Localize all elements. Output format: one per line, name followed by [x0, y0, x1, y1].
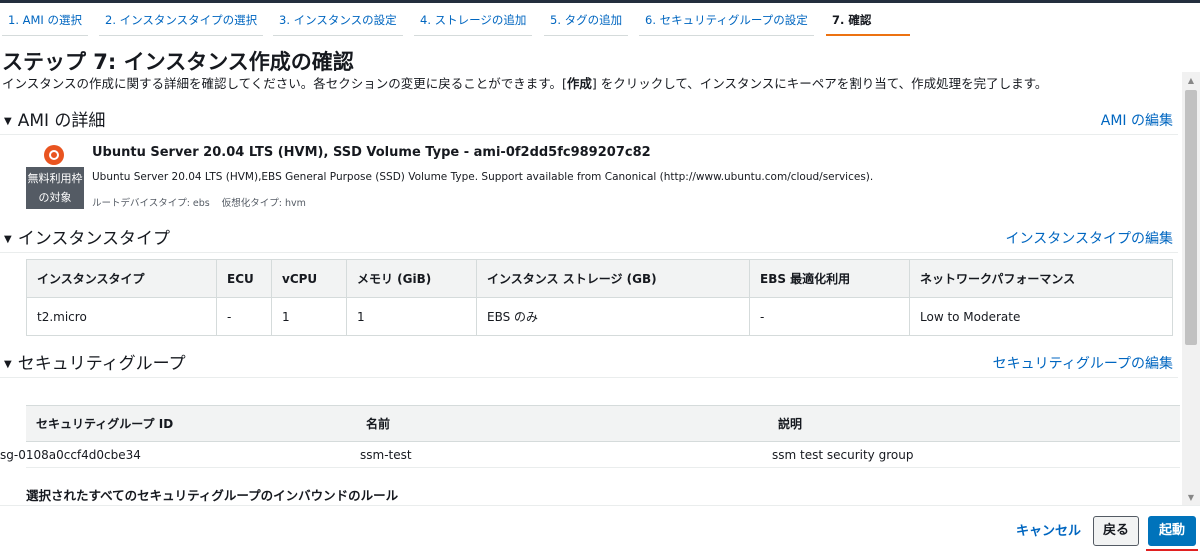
edit-ami-link[interactable]: AMI の編集 — [1101, 107, 1173, 135]
page-description: インスタンスの作成に関する詳細を確認してください。各セクションの変更に戻ることが… — [2, 76, 1048, 91]
security-group-title[interactable]: ▼ セキュリティグループ — [4, 350, 186, 381]
instance-type-header: ▼ インスタンスタイプ インスタンスタイプの編集 — [0, 225, 1178, 253]
inbound-rules-title: 選択されたすべてのセキュリティグループのインバウンドのルール — [26, 488, 399, 503]
col-ebs-optimized[interactable]: EBS 最適化利用 — [749, 259, 910, 298]
cell-security-group-id: sg-0108a0ccf4d0cbe34 — [0, 441, 330, 468]
cell-security-group-description: ssm test security group — [768, 441, 1180, 468]
ami-meta: ルートデバイスタイプ: ebs 仮想化タイプ: hvm — [92, 195, 318, 209]
scroll-down-icon[interactable]: ▼ — [1182, 491, 1200, 505]
wizard-steps: 1. AMI の選択 2. インスタンスタイプの選択 3. インスタンスの設定 … — [0, 6, 1200, 36]
step-choose-instance-type[interactable]: 2. インスタンスタイプの選択 — [98, 6, 264, 36]
cell-instance-type: t2.micro — [26, 297, 217, 336]
col-instance-storage[interactable]: インスタンス ストレージ (GB) — [476, 259, 750, 298]
virtualization-type: 仮想化タイプ: hvm — [221, 198, 306, 209]
ami-description: Ubuntu Server 20.04 LTS (HVM),EBS Genera… — [92, 171, 874, 183]
scrollbar-thumb[interactable] — [1185, 90, 1197, 345]
launch-highlight-underline — [1146, 549, 1198, 551]
col-name[interactable]: 名前 — [356, 405, 768, 442]
root-device-type: ルートデバイスタイプ: ebs — [92, 198, 210, 209]
ami-name: Ubuntu Server 20.04 LTS (HVM), SSD Volum… — [92, 145, 651, 160]
create-keyword: 作成 — [566, 76, 592, 91]
instance-type-title[interactable]: ▼ インスタンスタイプ — [4, 225, 170, 256]
cell-vcpu: 1 — [271, 297, 347, 336]
caret-down-icon[interactable]: ▼ — [4, 116, 12, 127]
ami-details-title[interactable]: ▼ AMI の詳細 — [4, 107, 105, 138]
ami-details-header: ▼ AMI の詳細 AMI の編集 — [0, 107, 1178, 135]
step-add-tags[interactable]: 5. タグの追加 — [543, 6, 629, 36]
review-content: ▼ AMI の詳細 AMI の編集 無料利用枠 の対象 Ubuntu Server … — [0, 95, 1182, 505]
cell-network-performance: Low to Moderate — [909, 297, 1173, 336]
step-choose-ami[interactable]: 1. AMI の選択 — [2, 6, 88, 36]
cell-ebs-optimized: - — [749, 297, 910, 336]
table-header-row: セキュリティグループ ID 名前 説明 — [26, 405, 1180, 442]
cell-memory: 1 — [346, 297, 477, 336]
free-tier-badge: 無料利用枠 の対象 — [26, 167, 84, 209]
cancel-link[interactable]: キャンセル — [1016, 522, 1081, 542]
cell-instance-storage: EBS のみ — [476, 297, 750, 336]
instance-type-table: インスタンスタイプ ECU vCPU メモリ (GiB) インスタンス ストレー… — [26, 259, 1173, 336]
col-instance-type[interactable]: インスタンスタイプ — [26, 259, 217, 298]
col-security-group-id[interactable]: セキュリティグループ ID — [26, 405, 356, 442]
ubuntu-logo-icon — [44, 145, 64, 165]
top-bar — [0, 0, 1200, 3]
scroll-up-icon[interactable]: ▲ — [1182, 74, 1200, 88]
col-network-performance[interactable]: ネットワークパフォーマンス — [909, 259, 1173, 298]
table-row: sg-0108a0ccf4d0cbe34 ssm-test ssm test s… — [0, 441, 1180, 468]
col-description[interactable]: 説明 — [768, 405, 1180, 442]
security-group-table: セキュリティグループ ID 名前 説明 sg-0108a0ccf4d0cbe34… — [0, 405, 1180, 468]
edit-security-group-link[interactable]: セキュリティグループの編集 — [993, 350, 1173, 378]
col-memory[interactable]: メモリ (GiB) — [346, 259, 477, 298]
caret-down-icon[interactable]: ▼ — [4, 234, 12, 245]
caret-down-icon[interactable]: ▼ — [4, 359, 12, 370]
scrollbar[interactable]: ▲ ▼ — [1182, 72, 1200, 505]
step-review[interactable]: 7. 確認 — [826, 6, 910, 36]
step-configure-instance[interactable]: 3. インスタンスの設定 — [273, 6, 403, 36]
step-configure-security-group[interactable]: 6. セキュリティグループの設定 — [639, 6, 814, 36]
back-button[interactable]: 戻る — [1093, 516, 1139, 546]
security-group-header: ▼ セキュリティグループ セキュリティグループの編集 — [0, 350, 1178, 378]
table-row: t2.micro - 1 1 EBS のみ - Low to Moderate — [26, 297, 1173, 336]
cell-ecu: - — [216, 297, 272, 336]
edit-instance-type-link[interactable]: インスタンスタイプの編集 — [1006, 225, 1173, 253]
col-ecu[interactable]: ECU — [216, 259, 272, 298]
col-vcpu[interactable]: vCPU — [271, 259, 347, 298]
cell-security-group-name: ssm-test — [356, 441, 768, 468]
page-title: ステップ 7: インスタンス作成の確認 — [2, 50, 354, 74]
step-add-storage[interactable]: 4. ストレージの追加 — [413, 6, 533, 36]
footer-divider — [0, 505, 1200, 506]
table-header-row: インスタンスタイプ ECU vCPU メモリ (GiB) インスタンス ストレー… — [26, 259, 1173, 298]
launch-button[interactable]: 起動 — [1148, 516, 1196, 546]
